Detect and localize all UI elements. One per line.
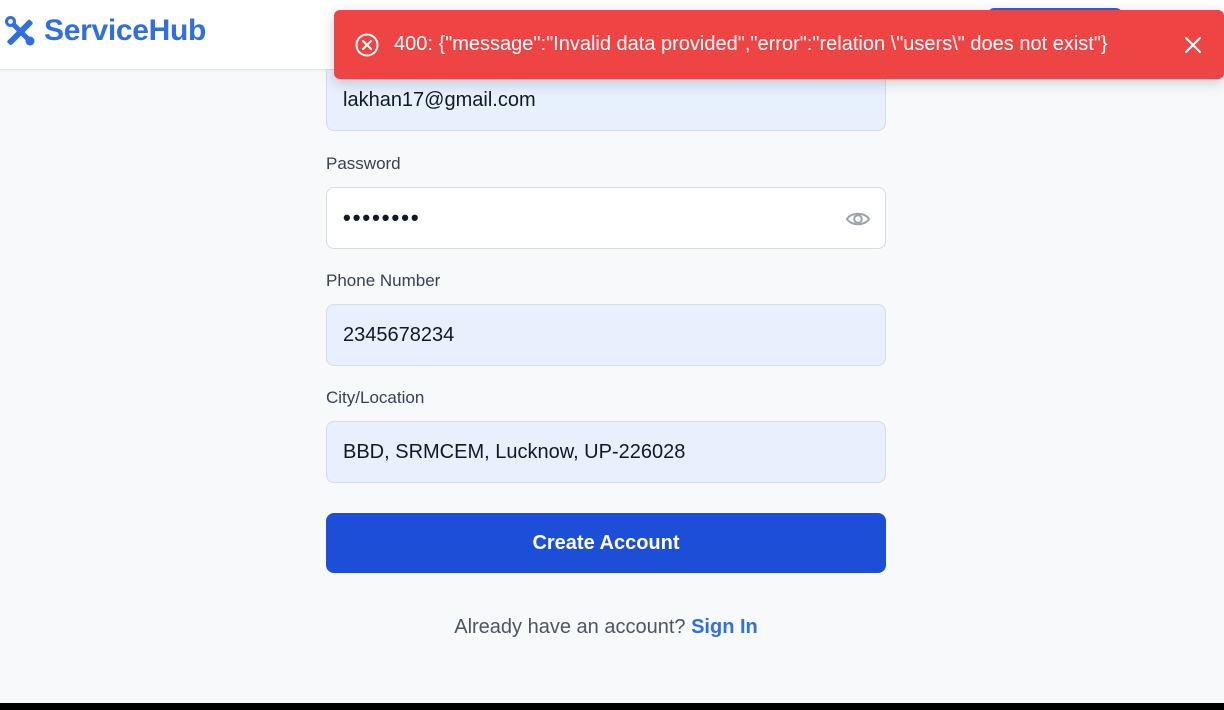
eye-icon[interactable] <box>845 207 871 231</box>
signin-link[interactable]: Sign In <box>691 616 758 638</box>
create-account-button[interactable]: Create Account <box>326 513 886 573</box>
phone-label: Phone Number <box>326 271 441 290</box>
bottom-bar <box>0 703 1224 710</box>
signin-prompt-text: Already have an account? <box>454 616 686 638</box>
email-value: lakhan17@gmail.com <box>343 88 536 111</box>
city-value: BBD, SRMCEM, Lucknow, UP-226028 <box>343 440 686 463</box>
password-value: •••••••• <box>343 205 421 230</box>
error-circle-icon <box>355 33 379 56</box>
city-label: City/Location <box>326 388 425 407</box>
city-field[interactable]: BBD, SRMCEM, Lucknow, UP-226028 <box>326 421 886 483</box>
close-icon[interactable] <box>1182 34 1204 56</box>
password-field[interactable]: •••••••• <box>326 187 886 249</box>
tools-icon <box>5 16 35 46</box>
phone-field[interactable]: 2345678234 <box>326 304 886 366</box>
error-message: 400: {"message":"Invalid data provided",… <box>394 33 1108 55</box>
error-toast: 400: {"message":"Invalid data provided",… <box>334 10 1224 79</box>
signin-prompt: Already have an account? Sign In <box>326 616 886 639</box>
password-label: Password <box>326 154 401 173</box>
brand-name: ServiceHub <box>44 14 207 47</box>
phone-value: 2345678234 <box>343 323 455 346</box>
brand-logo[interactable]: ServiceHub <box>4 12 206 50</box>
